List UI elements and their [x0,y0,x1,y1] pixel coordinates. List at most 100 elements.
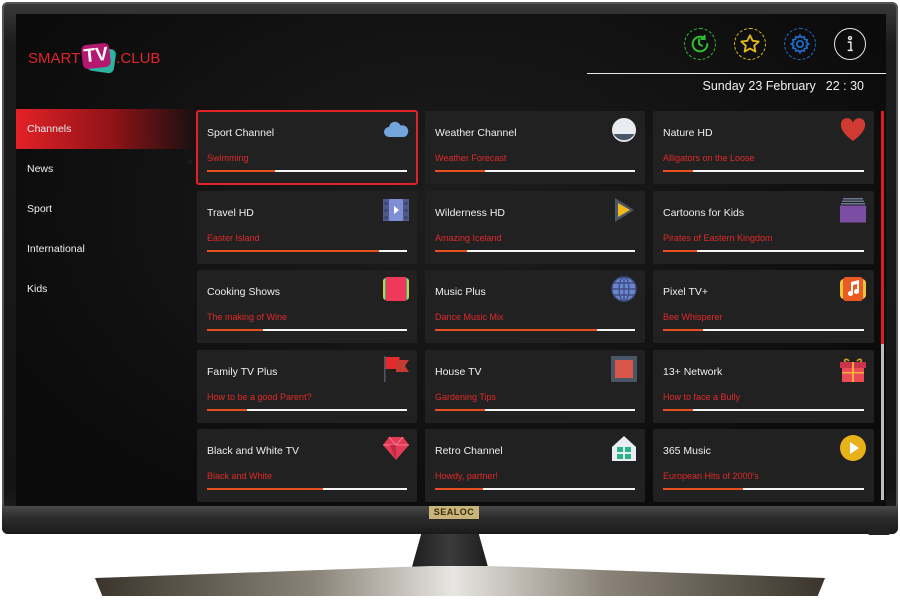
program-progress-bar [207,249,407,252]
sidebar: Channels News Sport International Kids [16,109,196,309]
program-progress-fill [435,488,483,490]
program-title: The making of Wine [207,312,288,322]
channel-card[interactable]: Weather Channel Weather Forecast [425,111,645,184]
tv-foot [868,528,890,535]
channel-title: Music Plus [435,286,486,298]
channel-title: 13+ Network [663,365,723,378]
program-progress-fill [663,170,694,172]
moon-icon [611,117,637,143]
favorites-star-icon[interactable] [734,28,766,60]
program-progress-bar [435,329,635,331]
program-title: Dance Music Mix [435,312,504,322]
channel-card[interactable]: Wilderness HD Amazing Iceland [425,190,645,264]
channel-title: Travel HD [207,206,254,219]
channel-title: Black and White TV [207,445,300,457]
channel-card[interactable]: Sport Channel Swimming [196,110,418,185]
app-logo: SMART TV .CLUB [28,42,161,74]
program-title: Gardening Tips [435,391,497,402]
info-icon[interactable] [834,28,866,60]
date-text: Sunday 23 February [702,79,816,93]
gift-icon [840,356,866,382]
logo-text-right: .CLUB [116,49,161,67]
datetime: Sunday 23 February 22 : 30 [703,79,865,93]
program-progress-fill [435,249,467,252]
tv-stand-base [95,566,825,596]
program-progress-fill [663,329,704,331]
program-title: Black and White [207,471,273,481]
program-progress-bar [207,329,407,331]
sidebar-item-international[interactable]: International [16,229,196,269]
program-progress-bar [207,170,407,172]
square-icon [611,355,637,382]
tv-screen: SMART TV .CLUB Sunday 23 February 22 : 3… [16,14,886,506]
channel-card[interactable]: Travel HD Easter Island [197,190,417,264]
logo-text-middle: TV [81,42,112,70]
brand-badge: SEALOC [429,506,479,519]
program-progress-fill [207,249,379,252]
program-progress-bar [435,170,635,172]
globe-icon [611,276,637,302]
program-title: How to be a good Parent? [207,391,312,402]
time-text: 22 : 30 [825,79,864,93]
channel-card[interactable]: Retro Channel Howdy, partner! [425,429,645,502]
program-progress-bar [663,329,864,331]
program-title: Howdy, partner! [435,471,498,481]
scrollbar[interactable] [881,111,884,500]
program-progress-bar [207,408,407,411]
channel-title: Cooking Shows [207,286,280,298]
channel-card[interactable]: Family TV Plus How to be a good Parent? [197,349,417,423]
program-title: Weather Forecast [435,153,507,163]
program-progress-fill [435,408,485,411]
program-progress-bar [663,170,864,172]
channel-card[interactable]: Pixel TV+ Bee Whisperer [653,270,874,343]
play-triangle-icon [611,197,637,223]
channel-card[interactable]: House TV Gardening Tips [425,349,645,423]
channel-card[interactable]: 365 Music European Hits of 2000's [653,429,874,502]
heart-icon [840,117,866,143]
sidebar-item-sport[interactable]: Sport [16,189,196,229]
program-title: Swimming [207,153,249,163]
program-title: How to face a Bully [663,391,741,402]
channel-card[interactable]: Black and White TV Black and White [197,429,417,502]
channel-title: House TV [435,365,482,378]
channel-card[interactable]: Nature HD Alligators on the Loose [653,111,874,184]
program-title: Bee Whisperer [663,312,723,322]
house-icon [611,435,637,461]
program-progress-bar [207,488,407,490]
sidebar-item-kids[interactable]: Kids [16,269,196,309]
book-icon [383,276,409,302]
program-progress-fill [435,329,597,331]
header-icons [684,28,866,60]
program-title: Amazing Iceland [435,232,502,243]
program-progress-bar [663,408,864,411]
program-progress-bar [435,249,635,252]
settings-gear-icon[interactable] [784,28,816,60]
program-progress-bar [435,408,635,411]
sidebar-item-channels[interactable]: Channels [16,109,196,149]
header-divider [587,73,886,74]
program-progress-fill [663,408,694,411]
logo-text-left: SMART [28,49,81,67]
channel-title: Nature HD [663,127,713,139]
channel-title: Wilderness HD [435,206,506,219]
channel-title: Pixel TV+ [663,286,709,298]
film-icon [383,197,409,223]
program-title: European Hits of 2000's [663,471,759,481]
sidebar-item-news[interactable]: News [16,149,196,189]
channel-card[interactable]: Cooking Shows The making of Wine [197,270,417,343]
program-progress-fill [663,249,698,252]
channel-card[interactable]: Music Plus Dance Music Mix [425,270,645,343]
channel-title: Weather Channel [435,127,517,139]
stack-icon [840,197,866,223]
program-progress-bar [435,488,635,490]
program-title: Pirates of Eastern Kingdom [663,232,773,243]
program-progress-fill [207,170,275,172]
program-progress-fill [207,488,323,490]
program-progress-bar [663,249,864,252]
channel-card[interactable]: 13+ Network How to face a Bully [653,349,874,423]
history-icon[interactable] [684,28,716,60]
program-progress-fill [663,488,744,490]
scrollbar-thumb[interactable] [881,111,884,345]
channel-card[interactable]: Cartoons for Kids Pirates of Eastern King… [653,190,874,264]
program-progress-fill [207,329,263,331]
